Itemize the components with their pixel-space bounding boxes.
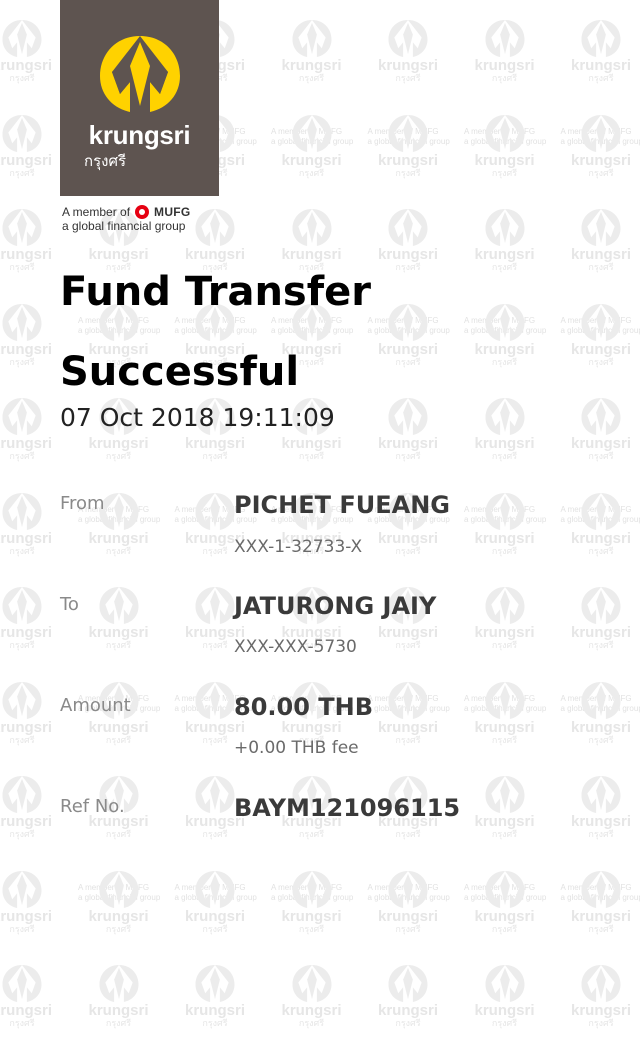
krungsri-logo: krungsri กรุงศรี bbox=[60, 0, 219, 196]
watermark-tile: krungsriกรุงศรี bbox=[368, 680, 448, 760]
watermark-tile: krungsriกรุงศรี bbox=[465, 302, 545, 382]
watermark-tile: krungsriกรุงศรี bbox=[561, 113, 640, 193]
watermark-tile: krungsriกรุงศรี bbox=[0, 113, 62, 193]
watermark-tile: krungsriกรุงศรี bbox=[561, 774, 640, 854]
watermark-tile: krungsriกรุงศรี bbox=[0, 585, 62, 665]
watermark-tile: krungsriกรุงศรี bbox=[465, 774, 545, 854]
watermark-tile: krungsriกรุงศรี bbox=[368, 869, 448, 949]
watermark-tile: krungsriกรุงศรี bbox=[0, 774, 62, 854]
transaction-datetime: 07 Oct 2018 19:11:09 bbox=[60, 403, 335, 432]
watermark-tile: krungsriกรุงศรี bbox=[561, 680, 640, 760]
mufg-logo-icon bbox=[135, 205, 150, 219]
from-account: XXX-1-32733-X bbox=[234, 537, 363, 557]
watermark-tile: krungsriกรุงศรี bbox=[0, 963, 62, 1043]
amount-label: Amount bbox=[60, 695, 131, 716]
watermark-tile: krungsriกรุงศรี bbox=[368, 963, 448, 1043]
watermark-tile: krungsriกรุงศรี bbox=[0, 207, 62, 287]
mufg-membership: A member of MUFG a global financial grou… bbox=[62, 205, 191, 233]
amount-value: 80.00 THB bbox=[234, 693, 374, 721]
watermark-tile: krungsriกรุงศรี bbox=[465, 491, 545, 571]
fee-value: +0.00 THB fee bbox=[234, 738, 359, 758]
to-name: JATURONG JAIY bbox=[234, 592, 437, 620]
watermark-tile: krungsriกรุงศรี bbox=[465, 869, 545, 949]
from-name: PICHET FUEANG bbox=[234, 491, 450, 519]
watermark-tile: krungsriกรุงศรี bbox=[79, 869, 159, 949]
to-account: XXX-XXX-5730 bbox=[234, 637, 357, 657]
watermark-tile: krungsriกรุงศรี bbox=[0, 396, 62, 476]
krungsri-emblem-icon bbox=[100, 36, 180, 112]
from-label: From bbox=[60, 493, 105, 514]
to-label: To bbox=[60, 594, 79, 615]
watermark-tile: krungsriกรุงศรี bbox=[465, 207, 545, 287]
watermark-tile: krungsriกรุงศรี bbox=[0, 18, 62, 98]
watermark-tile: krungsriกรุงศรี bbox=[79, 680, 159, 760]
watermark-tile: krungsriกรุงศรี bbox=[368, 113, 448, 193]
ref-label: Ref No. bbox=[60, 796, 125, 817]
watermark-tile: krungsriกรุงศรี bbox=[0, 491, 62, 571]
ref-number: BAYM121096115 bbox=[234, 794, 461, 822]
watermark-tile: krungsriกรุงศรี bbox=[561, 869, 640, 949]
mufg-text: MUFG bbox=[154, 205, 191, 219]
watermark-tile: krungsriกรุงศรี bbox=[272, 869, 352, 949]
watermark-tile: krungsriกรุงศรี bbox=[175, 963, 255, 1043]
member-of-text: A member of bbox=[62, 205, 131, 219]
watermark-tile: krungsriกรุงศรี bbox=[0, 869, 62, 949]
watermark-tile: krungsriกรุงศรี bbox=[272, 113, 352, 193]
watermark-tile: krungsriกรุงศรี bbox=[561, 963, 640, 1043]
watermark-tile: krungsriกรุงศรี bbox=[465, 18, 545, 98]
watermark-tile: krungsriกรุงศรี bbox=[175, 869, 255, 949]
watermark-tile: krungsriกรุงศรี bbox=[465, 585, 545, 665]
watermark-tile: krungsriกรุงศรี bbox=[561, 18, 640, 98]
watermark-tile: krungsriกรุงศรี bbox=[0, 302, 62, 382]
watermark-tile: krungsriกรุงศรี bbox=[465, 963, 545, 1043]
watermark-tile: krungsriกรุงศรี bbox=[465, 113, 545, 193]
watermark-tile: krungsriกรุงศรี bbox=[272, 18, 352, 98]
watermark-tile: krungsriกรุงศรี bbox=[368, 207, 448, 287]
watermark-tile: krungsriกรุงศรี bbox=[561, 491, 640, 571]
logo-text-en: krungsri bbox=[88, 120, 191, 150]
page-title: Fund Transfer bbox=[60, 269, 371, 315]
watermark-tile: krungsriกรุงศรี bbox=[561, 396, 640, 476]
watermark-tile: krungsriกรุงศรี bbox=[79, 963, 159, 1043]
logo-text-th: กรุงศรี bbox=[84, 152, 127, 170]
watermark-tile: krungsriกรุงศรี bbox=[368, 396, 448, 476]
watermark-tile: krungsriกรุงศรี bbox=[561, 207, 640, 287]
watermark-tile: krungsriกรุงศรี bbox=[561, 302, 640, 382]
page-title-status: Successful bbox=[60, 349, 300, 395]
watermark-tile: krungsriกรุงศรี bbox=[465, 396, 545, 476]
watermark-tile: krungsriกรุงศรี bbox=[79, 585, 159, 665]
global-financial-group-text: a global financial group bbox=[62, 219, 186, 233]
watermark-tile: krungsriกรุงศรี bbox=[561, 585, 640, 665]
watermark-tile: krungsriกรุงศรี bbox=[368, 18, 448, 98]
watermark-tile: krungsriกรุงศรี bbox=[0, 680, 62, 760]
watermark-tile: krungsriกรุงศรี bbox=[368, 302, 448, 382]
watermark-tile: krungsriกรุงศรี bbox=[465, 680, 545, 760]
watermark-tile: krungsriกรุงศรี bbox=[272, 963, 352, 1043]
